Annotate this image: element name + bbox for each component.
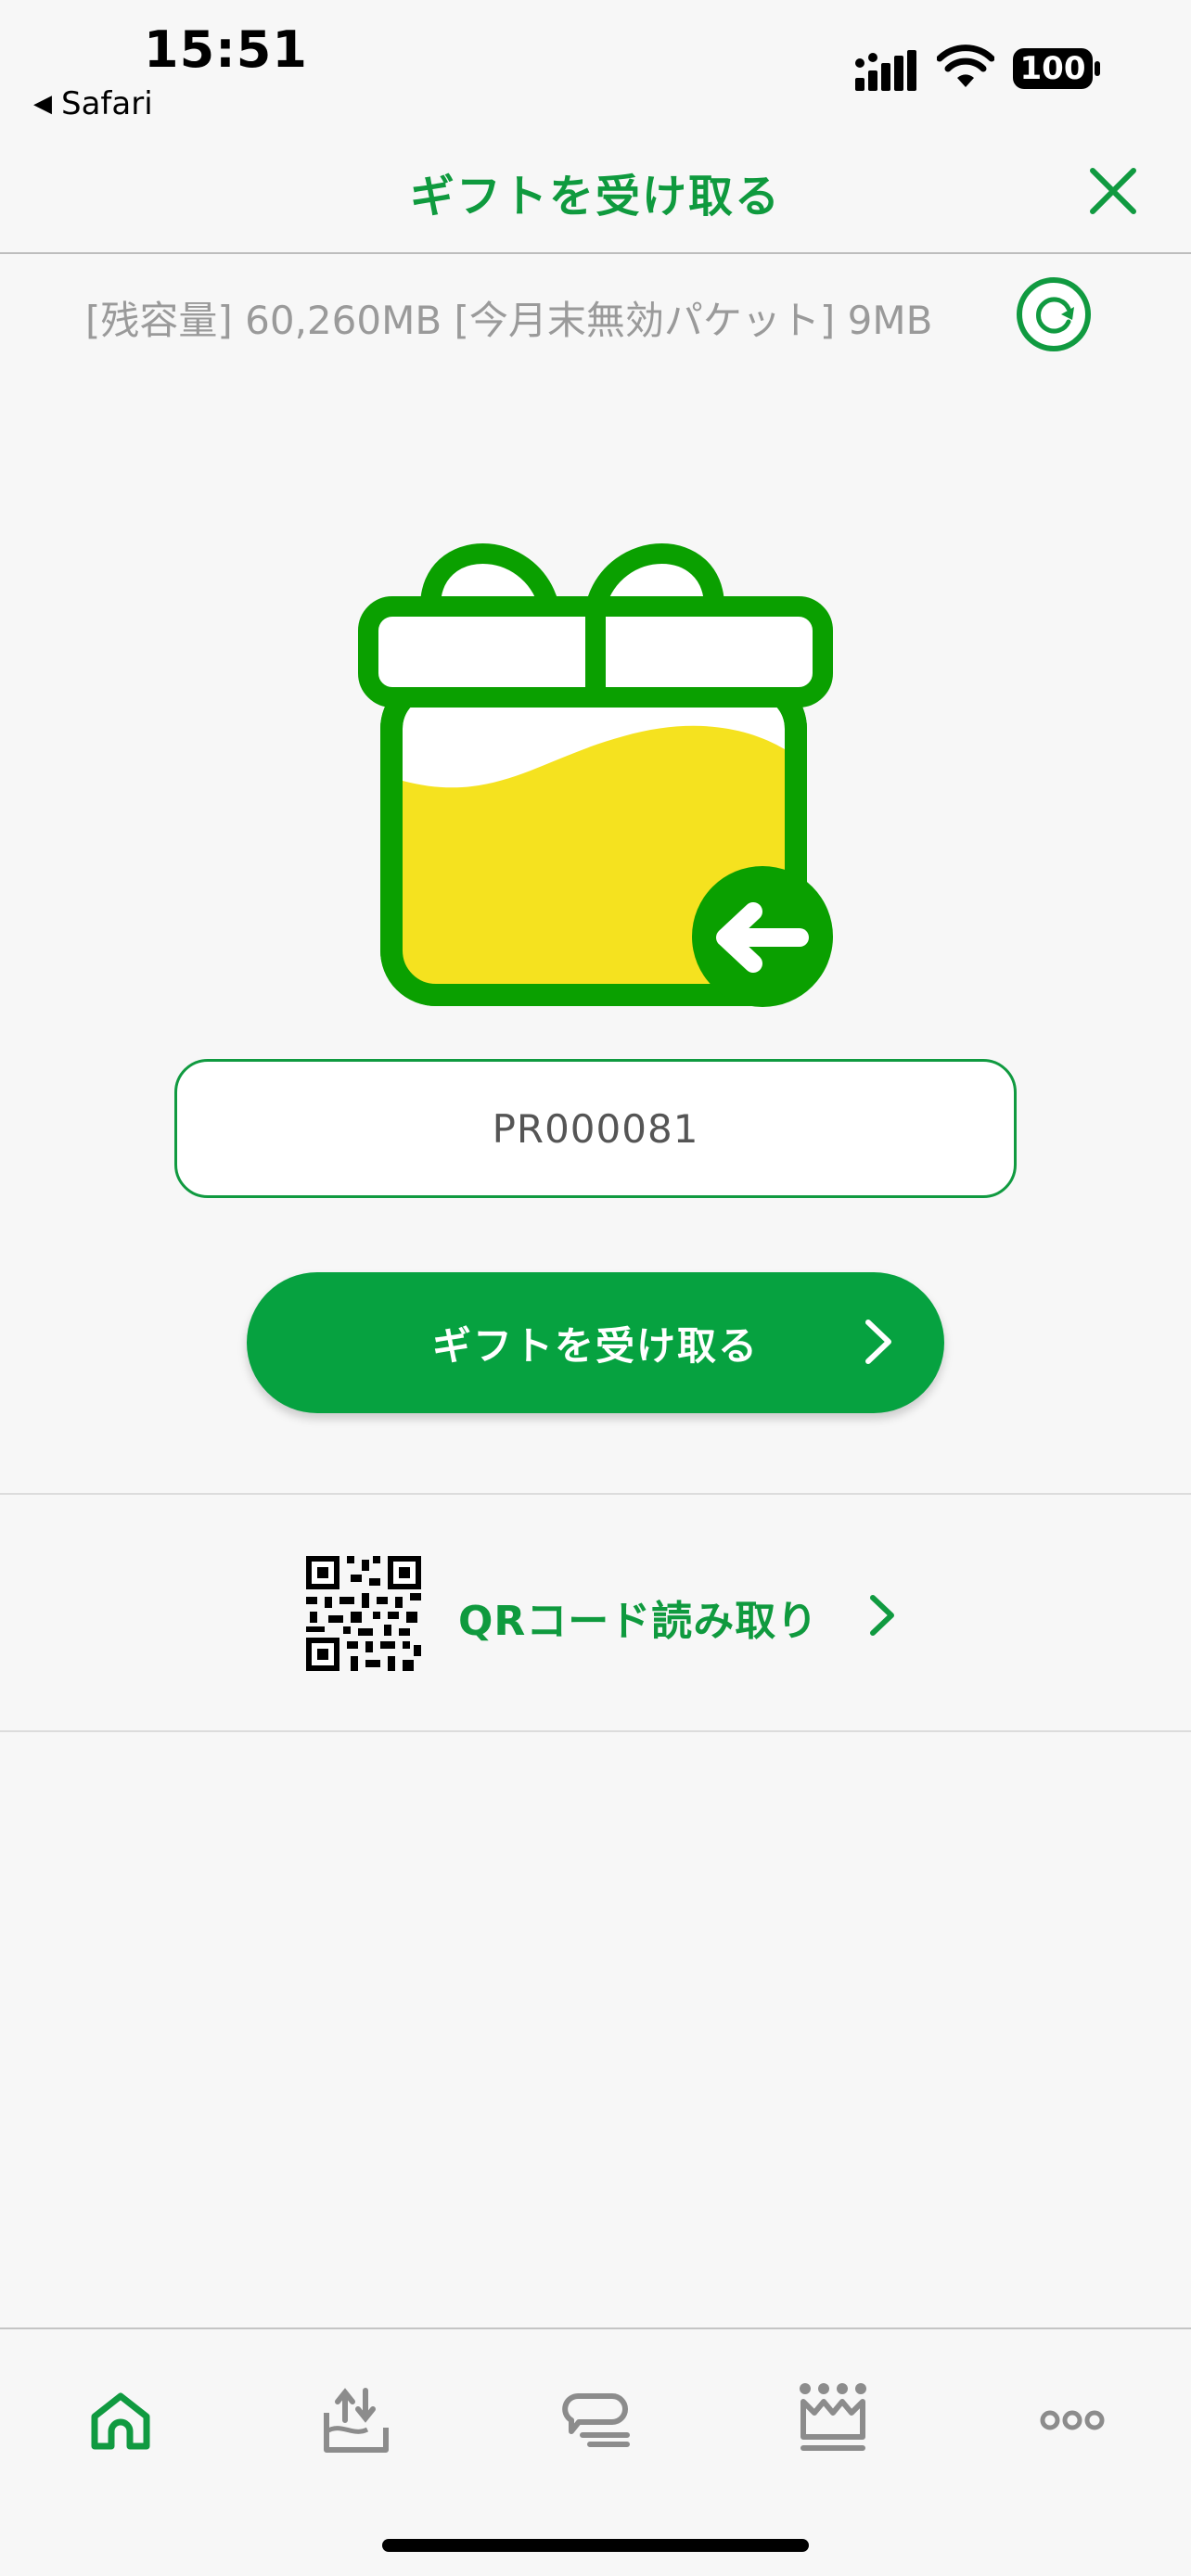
chevron-right-icon	[870, 1595, 894, 1636]
receive-gift-button-label: ギフトを受け取る	[431, 1322, 759, 1369]
tab-premium[interactable]	[777, 2365, 889, 2476]
refresh-icon[interactable]	[1015, 275, 1093, 353]
tab-home[interactable]	[65, 2365, 176, 2476]
home-indicator	[382, 2539, 809, 2552]
status-time: 15:51	[144, 20, 308, 79]
battery-level: 100	[1019, 50, 1086, 87]
gift-code-input[interactable]: PR000081	[174, 1059, 1017, 1198]
crown-icon	[800, 2383, 866, 2451]
wifi-icon	[937, 45, 994, 87]
tab-chat[interactable]	[540, 2365, 651, 2476]
back-app-label: Safari	[61, 85, 153, 122]
data-exchange-icon	[324, 2388, 389, 2453]
cellular-signal-icon	[855, 50, 916, 91]
tab-bar-divider	[0, 2327, 1191, 2329]
back-to-safari-link[interactable]: ◀ Safari	[33, 85, 153, 122]
gift-box-icon	[358, 543, 833, 1007]
receive-gift-button[interactable]: ギフトを受け取る	[247, 1272, 944, 1413]
more-icon	[1040, 2410, 1105, 2430]
tab-more[interactable]	[1017, 2365, 1128, 2476]
tab-data-exchange[interactable]	[301, 2365, 412, 2476]
qr-code-icon	[306, 1556, 421, 1671]
qr-code-scan-label: QRコード読み取り	[458, 1598, 819, 1645]
battery-indicator: 100	[1013, 46, 1102, 91]
chevron-right-icon	[865, 1320, 891, 1364]
home-icon	[91, 2392, 150, 2450]
back-triangle-icon: ◀	[33, 90, 52, 118]
chat-icon	[562, 2393, 630, 2447]
section-divider	[0, 1730, 1191, 1732]
page-title: ギフトを受け取る	[409, 171, 781, 223]
remaining-capacity-text: [残容量] 60,260MB [今月末無効パケット] 9MB	[85, 298, 933, 343]
header-divider	[0, 252, 1191, 254]
gift-code-value: PR000081	[492, 1105, 699, 1152]
close-icon[interactable]	[1087, 165, 1139, 217]
